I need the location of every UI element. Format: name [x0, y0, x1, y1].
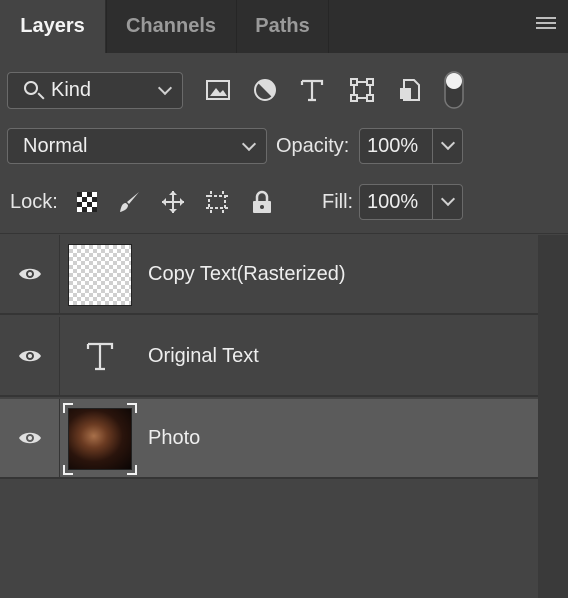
- layer-row-original-text[interactable]: Original Text: [0, 317, 538, 397]
- chevron-down-icon[interactable]: [440, 135, 456, 151]
- visibility-column: [0, 235, 60, 315]
- blend-mode-select[interactable]: Normal: [7, 128, 267, 164]
- eye-icon[interactable]: [18, 430, 42, 446]
- selection-bracket: [127, 465, 137, 475]
- filter-kind-select[interactable]: Kind: [7, 72, 183, 109]
- type-filter-icon[interactable]: [299, 77, 325, 103]
- shape-filter-icon[interactable]: [349, 77, 375, 103]
- image-filter-icon[interactable]: [205, 77, 231, 103]
- lock-all-icon[interactable]: [250, 190, 274, 214]
- opacity-label: Opacity:: [276, 135, 350, 157]
- filter-kind-label: Kind: [51, 79, 92, 101]
- blend-mode-value: Normal: [23, 135, 88, 157]
- layer-thumbnail-transparent: [68, 244, 132, 306]
- layer-name[interactable]: Photo: [148, 427, 200, 450]
- chevron-down-icon: [157, 80, 173, 96]
- panel-tab-bar: Layers Channels Paths: [0, 0, 568, 53]
- lock-transparent-icon[interactable]: [75, 190, 99, 214]
- lock-image-icon[interactable]: [117, 190, 141, 214]
- lock-artboard-icon[interactable]: [205, 190, 229, 214]
- lock-position-icon[interactable]: [161, 190, 185, 214]
- visibility-column: [0, 399, 60, 479]
- tab-paths[interactable]: Paths: [236, 0, 329, 53]
- opacity-value[interactable]: 100%: [367, 135, 418, 158]
- selection-bracket: [63, 465, 73, 475]
- opacity-field[interactable]: 100%: [359, 128, 463, 164]
- tab-channels[interactable]: Channels: [106, 0, 235, 53]
- chevron-down-icon: [241, 136, 257, 152]
- lock-label: Lock:: [10, 191, 58, 213]
- fill-divider: [432, 185, 433, 219]
- layer-row-photo[interactable]: Photo: [0, 399, 538, 479]
- selection-bracket: [63, 403, 73, 413]
- fill-value[interactable]: 100%: [367, 191, 418, 214]
- fill-label: Fill:: [322, 191, 354, 213]
- fill-field[interactable]: 100%: [359, 184, 463, 220]
- layer-row-copy-text[interactable]: Copy Text(Rasterized): [0, 235, 538, 315]
- tab-layers[interactable]: Layers: [0, 0, 105, 53]
- hamburger-icon[interactable]: [536, 17, 556, 33]
- layer-thumbnail-photo: [68, 408, 132, 470]
- eye-icon[interactable]: [18, 266, 42, 282]
- adjustment-filter-icon[interactable]: [252, 77, 278, 103]
- eye-icon[interactable]: [18, 348, 42, 364]
- divider: [0, 233, 568, 234]
- scrollbar[interactable]: [538, 235, 568, 598]
- layer-name[interactable]: Copy Text(Rasterized): [148, 263, 345, 286]
- visibility-column: [0, 317, 60, 397]
- layer-name[interactable]: Original Text: [148, 345, 259, 368]
- type-layer-icon: [86, 342, 114, 371]
- filter-toggle-icon[interactable]: [443, 70, 465, 110]
- chevron-down-icon[interactable]: [440, 191, 456, 207]
- opacity-divider: [432, 129, 433, 163]
- search-icon: [24, 81, 38, 95]
- smart-object-filter-icon[interactable]: [397, 77, 423, 103]
- selection-bracket: [127, 403, 137, 413]
